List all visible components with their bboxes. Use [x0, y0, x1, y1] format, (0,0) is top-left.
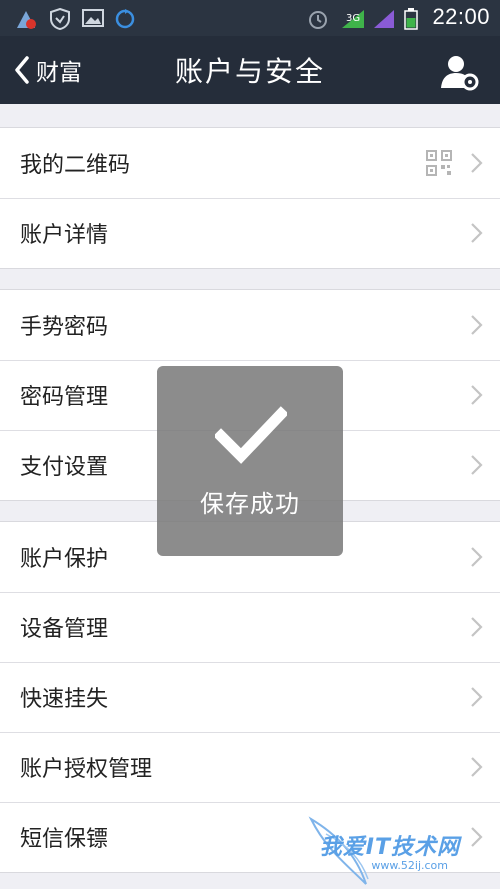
chevron-right-icon: [471, 315, 483, 335]
battery-icon: [404, 8, 418, 30]
chevron-right-icon: [471, 617, 483, 637]
watermark: 我爱IT技术网 www.52ij.com: [266, 809, 496, 889]
sync-icon: [115, 9, 135, 29]
alarm-icon: [309, 11, 327, 29]
row-label: 账户详情: [20, 223, 109, 248]
shield-icon: [50, 8, 70, 30]
success-toast: 保存成功: [157, 366, 343, 556]
chevron-right-icon: [471, 223, 483, 243]
row-quick-report-loss[interactable]: 快速挂失: [0, 662, 500, 732]
row-account-authorization[interactable]: 账户授权管理: [0, 732, 500, 802]
row-account-details[interactable]: 账户详情: [0, 198, 500, 268]
row-label: 短信保镖: [20, 827, 109, 852]
toast-message: 保存成功: [200, 490, 300, 518]
settings-group-1: 我的二维码 账户详情: [0, 127, 500, 269]
page-title: 账户与安全: [174, 55, 325, 88]
svg-text:3G: 3G: [346, 13, 360, 24]
row-device-management[interactable]: 设备管理: [0, 592, 500, 662]
row-label: 我的二维码: [20, 153, 131, 178]
row-my-qr-code[interactable]: 我的二维码: [0, 128, 500, 198]
status-bar: 3G 22:00: [0, 0, 500, 36]
qr-code-icon: [426, 150, 452, 176]
chevron-right-icon: [471, 547, 483, 567]
chevron-right-icon: [471, 687, 483, 707]
chevron-right-icon: [471, 455, 483, 475]
nav-bar: 财富 账户与安全: [0, 36, 500, 104]
row-label: 支付设置: [20, 455, 109, 480]
row-label: 账户保护: [20, 547, 109, 572]
watermark-url: www.52ij.com: [371, 859, 448, 872]
row-label: 手势密码: [20, 315, 109, 340]
image-icon: [82, 9, 104, 27]
chevron-right-icon: [471, 385, 483, 405]
row-label: 账户授权管理: [20, 757, 153, 782]
watermark-text: 我爱IT技术网: [319, 835, 460, 860]
check-icon: [215, 406, 287, 464]
status-time: 22:00: [432, 4, 490, 29]
row-label: 快速挂失: [20, 687, 109, 712]
row-label: 设备管理: [20, 617, 109, 642]
user-settings-icon[interactable]: [440, 52, 480, 92]
signal-icon: [374, 10, 394, 28]
row-label: 密码管理: [20, 385, 109, 410]
network-icon: 3G: [342, 10, 364, 28]
row-gesture-password[interactable]: 手势密码: [0, 290, 500, 360]
chevron-right-icon: [471, 757, 483, 777]
chevron-right-icon: [471, 153, 483, 173]
app-update-icon: [17, 11, 36, 29]
